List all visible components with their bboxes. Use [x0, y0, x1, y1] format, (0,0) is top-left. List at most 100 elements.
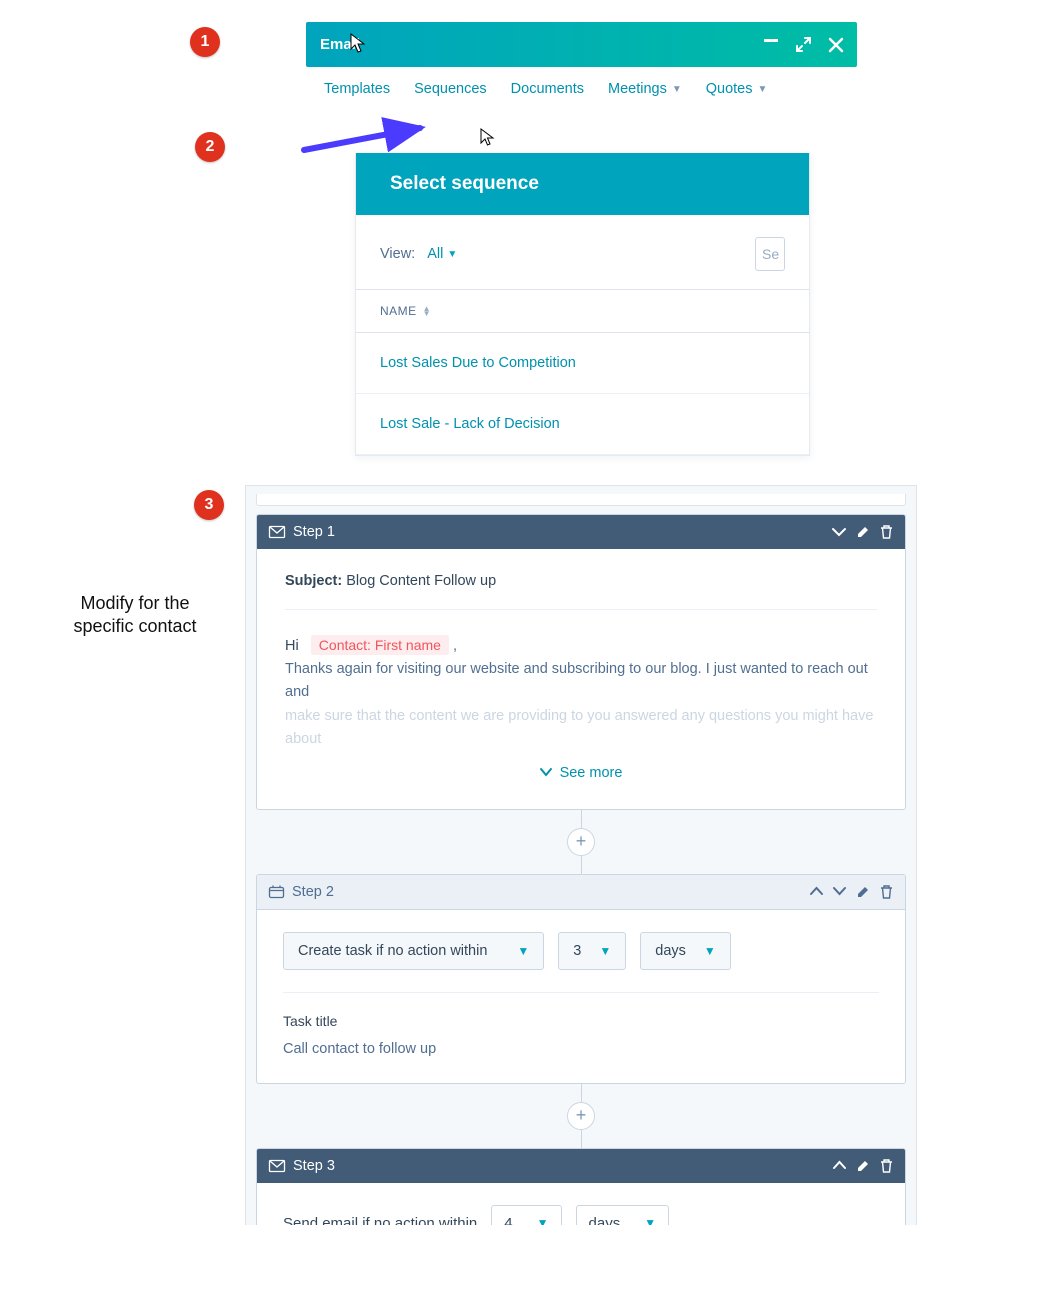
tab-quotes-label: Quotes [706, 81, 753, 97]
sequence-row[interactable]: Lost Sales Due to Competition [356, 333, 809, 394]
step3-body: Send email if no action within 4 ▼ days … [257, 1183, 905, 1225]
tab-quotes[interactable]: Quotes ▼ [706, 81, 768, 97]
caret-down-icon: ▼ [447, 249, 457, 260]
personalization-token[interactable]: Contact: First name [311, 635, 449, 655]
sequence-editor: Step 1 Subject: Blog Content Follow up H… [245, 485, 917, 1225]
connector-line [581, 810, 582, 828]
annotation-line1: Modify for the [55, 592, 215, 615]
step3-title: Step 3 [293, 1158, 335, 1174]
email-greeting: Hi [285, 638, 299, 654]
sort-icon: ▲▼ [423, 306, 431, 316]
delete-icon[interactable] [880, 1159, 893, 1173]
delay-unit-value: days [655, 943, 686, 959]
add-step-button[interactable]: + [567, 828, 595, 856]
task-title-value: Call contact to follow up [283, 1041, 879, 1057]
step-card-3: Step 3 Send email if no action within 4 … [256, 1148, 906, 1225]
caret-down-icon: ▼ [758, 84, 768, 95]
divider [283, 992, 879, 993]
delay-number-value: 4 [504, 1215, 512, 1225]
cursor-icon [480, 128, 496, 148]
delete-icon[interactable] [880, 525, 893, 539]
delete-icon[interactable] [880, 885, 893, 899]
email-icon [269, 526, 285, 538]
step2-body: Create task if no action within ▼ 3 ▼ da… [257, 910, 905, 1083]
minimize-icon[interactable] [764, 39, 778, 42]
step3-condition-text: Send email if no action within [283, 1215, 477, 1225]
composer-title: Email [320, 36, 764, 53]
step-badge-1: 1 [190, 27, 220, 57]
edit-icon[interactable] [856, 1159, 870, 1173]
step-connector: + [246, 810, 916, 874]
composer-header: Email [306, 22, 857, 67]
task-title-label: Task title [283, 1013, 879, 1029]
delay-unit-dropdown[interactable]: days ▼ [576, 1205, 670, 1225]
arrow-annotation [302, 125, 432, 155]
step2-header: Step 2 [257, 875, 905, 910]
tab-templates[interactable]: Templates [324, 81, 390, 97]
badge-3-number: 3 [205, 496, 214, 514]
step-connector: + [246, 1084, 916, 1148]
view-filter-dropdown[interactable]: All ▼ [427, 246, 457, 262]
edit-icon[interactable] [856, 525, 870, 539]
annotation-line2: specific contact [55, 615, 215, 638]
caret-down-icon: ▼ [672, 84, 682, 95]
step-card-1: Step 1 Subject: Blog Content Follow up H… [256, 514, 906, 810]
step-badge-3: 3 [194, 490, 224, 520]
column-header-name-label: NAME [380, 304, 417, 318]
delay-number-dropdown[interactable]: 4 ▼ [491, 1205, 561, 1225]
email-body-line2: make sure that the content we are provid… [285, 708, 873, 747]
divider [285, 609, 877, 610]
sequence-row[interactable]: Lost Sale - Lack of Decision [356, 394, 809, 455]
view-filter-value: All [427, 246, 443, 262]
caret-down-icon: ▼ [644, 1216, 656, 1225]
move-up-icon[interactable] [810, 887, 823, 896]
badge-2-number: 2 [206, 138, 215, 156]
connector-line [581, 1084, 582, 1102]
tab-documents[interactable]: Documents [511, 81, 584, 97]
annotation-label: Modify for the specific contact [55, 592, 215, 639]
delay-number-dropdown[interactable]: 3 ▼ [558, 932, 626, 970]
step-card-2: Step 2 Create task if no action within ▼ [256, 874, 906, 1084]
badge-1-number: 1 [201, 33, 210, 51]
condition-value: Create task if no action within [298, 943, 487, 959]
caret-down-icon: ▼ [537, 1216, 549, 1225]
view-label: View: [380, 246, 415, 262]
edit-icon[interactable] [856, 885, 870, 899]
subject-line: Subject: Blog Content Follow up [285, 573, 877, 589]
caret-down-icon: ▼ [704, 944, 716, 958]
see-more-label: See more [560, 765, 623, 781]
email-composer: Email Templates Sequences Documents Meet… [306, 22, 857, 107]
move-down-icon[interactable] [833, 887, 846, 896]
condition-dropdown[interactable]: Create task if no action within ▼ [283, 932, 544, 970]
caret-down-icon: ▼ [599, 944, 611, 958]
delay-unit-value: days [589, 1215, 621, 1225]
step1-body: Subject: Blog Content Follow up Hi Conta… [257, 549, 905, 809]
see-more-button[interactable]: See more [285, 751, 877, 785]
tab-meetings[interactable]: Meetings ▼ [608, 81, 682, 97]
step1-title: Step 1 [293, 524, 335, 540]
move-up-icon[interactable] [833, 1161, 846, 1170]
step3-header: Step 3 [257, 1149, 905, 1183]
tab-sequences[interactable]: Sequences [414, 81, 487, 97]
sequence-view-bar: View: All ▼ Se [356, 215, 809, 289]
caret-down-icon: ▼ [517, 944, 529, 958]
task-icon [269, 885, 284, 898]
step2-condition-row: Create task if no action within ▼ 3 ▼ da… [283, 932, 879, 970]
search-input[interactable]: Se [755, 237, 785, 271]
connector-line [581, 856, 582, 874]
delay-unit-dropdown[interactable]: days ▼ [640, 932, 731, 970]
column-header-name[interactable]: NAME ▲▼ [356, 289, 809, 333]
expand-icon[interactable] [796, 37, 811, 52]
step1-header: Step 1 [257, 515, 905, 549]
email-icon [269, 1160, 285, 1172]
connector-line [581, 1130, 582, 1148]
collapse-icon[interactable] [832, 527, 846, 537]
step-badge-2: 2 [195, 132, 225, 162]
subject-label: Subject: [285, 573, 342, 589]
add-step-button[interactable]: + [567, 1102, 595, 1130]
window-controls [764, 37, 843, 52]
composer-tabs: Templates Sequences Documents Meetings ▼… [306, 67, 857, 107]
step3-condition-row: Send email if no action within 4 ▼ days … [283, 1205, 879, 1225]
close-icon[interactable] [829, 38, 843, 52]
chevron-down-icon [540, 768, 552, 777]
